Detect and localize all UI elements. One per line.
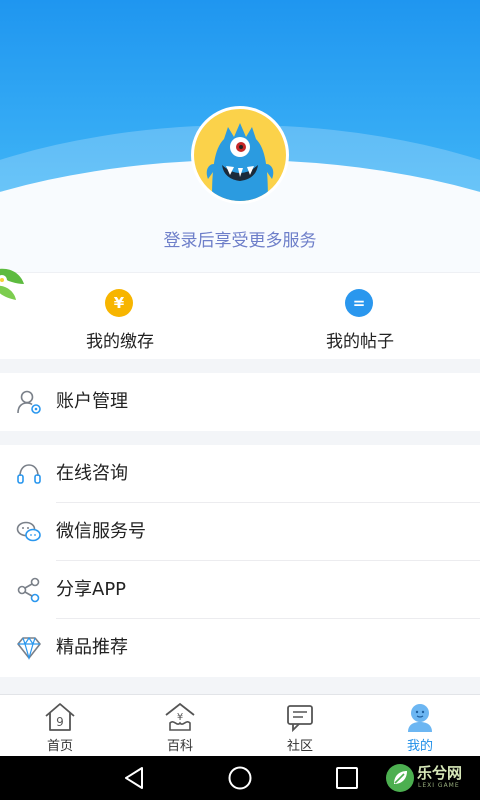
encyclopedia-icon: ¥ bbox=[165, 702, 195, 731]
watermark: 乐兮网 LEXI GAME bbox=[385, 760, 480, 798]
tab-community[interactable]: 社区 bbox=[240, 695, 360, 757]
avatar[interactable] bbox=[191, 106, 289, 204]
quick-actions: ¥ 我的缴存 = 我的帖子 bbox=[0, 272, 480, 359]
login-prompt[interactable]: 登录后享受更多服务 bbox=[0, 226, 480, 251]
leaf-decoration-icon bbox=[0, 268, 24, 300]
online-consult-item[interactable]: 在线咨询 bbox=[0, 445, 480, 503]
wechat-service-item[interactable]: 微信服务号 bbox=[0, 503, 480, 561]
svg-text:9: 9 bbox=[56, 715, 64, 729]
my-posts-label: 我的帖子 bbox=[326, 332, 394, 352]
svg-text:¥: ¥ bbox=[177, 712, 183, 723]
account-management-label: 账户管理 bbox=[56, 391, 128, 412]
recents-icon[interactable] bbox=[333, 764, 361, 792]
post-bubble-icon: = bbox=[345, 289, 373, 317]
tab-community-label: 社区 bbox=[286, 739, 313, 754]
watermark-text: 乐兮网 bbox=[417, 764, 463, 782]
back-icon[interactable] bbox=[120, 764, 148, 792]
wechat-icon bbox=[16, 521, 41, 542]
diamond-icon bbox=[17, 636, 41, 661]
user-settings-icon bbox=[17, 390, 41, 414]
profile-icon bbox=[408, 704, 432, 732]
recommend-item[interactable]: 精品推荐 bbox=[0, 619, 480, 677]
tab-home[interactable]: 9 首页 bbox=[0, 695, 120, 757]
yen-coin-icon: ¥ bbox=[105, 289, 133, 317]
recommend-label: 精品推荐 bbox=[56, 637, 128, 658]
tab-profile-label: 我的 bbox=[406, 739, 433, 754]
watermark-logo-icon bbox=[386, 764, 414, 792]
online-consult-label: 在线咨询 bbox=[56, 463, 128, 484]
my-deposit-button[interactable]: ¥ 我的缴存 bbox=[0, 273, 240, 359]
community-icon bbox=[287, 705, 313, 733]
home-icon: 9 bbox=[45, 703, 75, 731]
share-icon bbox=[17, 577, 40, 603]
tab-home-label: 首页 bbox=[46, 739, 73, 754]
share-app-label: 分享APP bbox=[56, 579, 127, 600]
my-posts-button[interactable]: = 我的帖子 bbox=[240, 273, 480, 359]
headset-icon bbox=[17, 464, 41, 484]
account-management-item[interactable]: 账户管理 bbox=[0, 373, 480, 431]
watermark-subtext: LEXI GAME bbox=[418, 782, 460, 789]
tab-encyclopedia[interactable]: ¥ 百科 bbox=[120, 695, 240, 757]
my-deposit-label: 我的缴存 bbox=[86, 332, 154, 352]
tab-encyclopedia-label: 百科 bbox=[166, 739, 193, 754]
wechat-service-label: 微信服务号 bbox=[56, 521, 146, 542]
share-app-item[interactable]: 分享APP bbox=[0, 561, 480, 619]
tab-profile[interactable]: 我的 bbox=[360, 695, 480, 757]
bottom-tab-bar: 9 首页 ¥ 百科 社区 我的 bbox=[0, 694, 480, 757]
home-circle-icon[interactable] bbox=[226, 764, 254, 792]
monster-avatar-icon bbox=[206, 123, 274, 201]
